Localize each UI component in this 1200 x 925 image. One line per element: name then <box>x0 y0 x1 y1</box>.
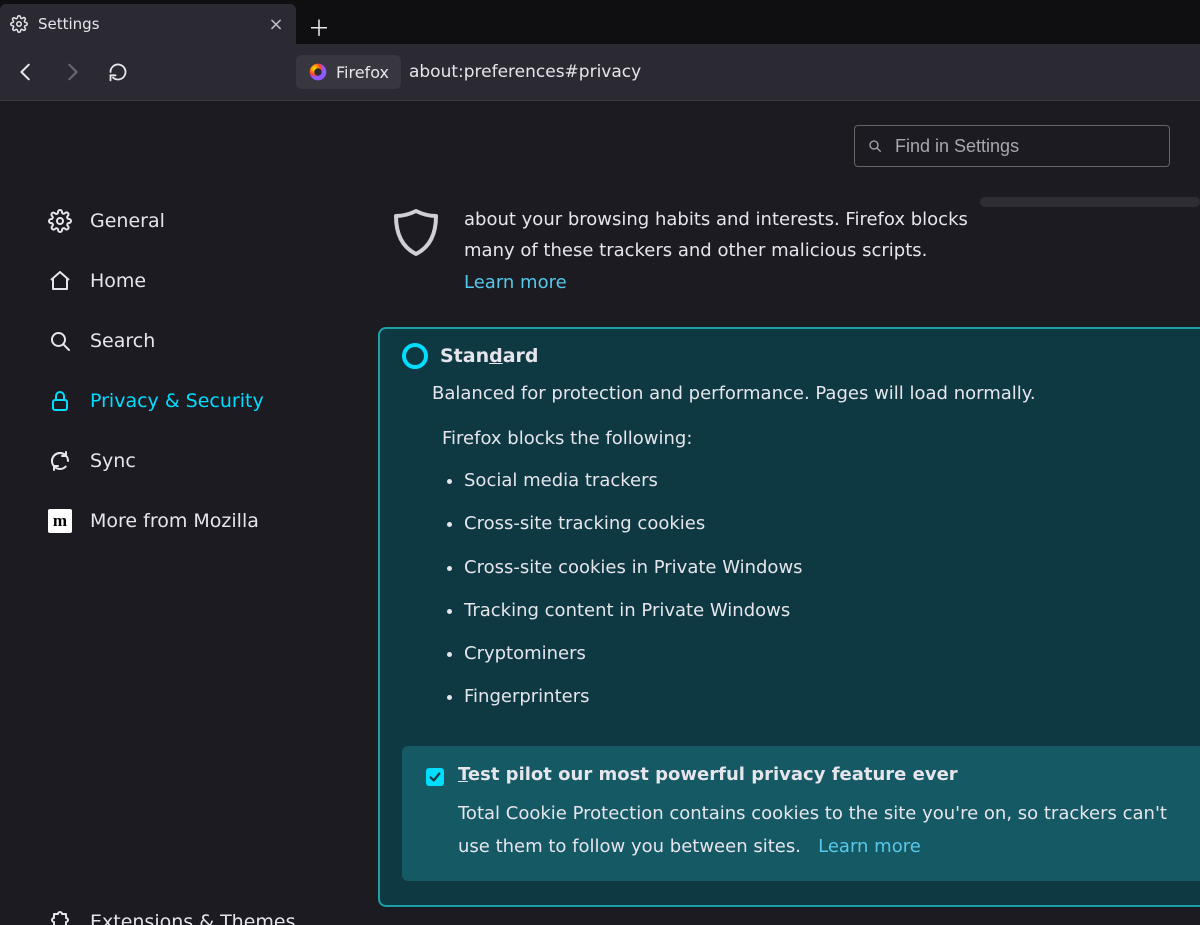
sidebar-item-label: More from Mozilla <box>90 510 259 532</box>
search-icon <box>867 138 883 154</box>
sidebar-item-search[interactable]: Search <box>48 315 348 367</box>
tab-strip: Settings × ＋ <box>0 0 1200 44</box>
tracking-intro: about your browsing habits and interests… <box>388 205 1008 293</box>
sidebar-item-home[interactable]: Home <box>48 255 348 307</box>
gear-icon <box>10 15 28 33</box>
nav-toolbar: Firefox about:preferences#privacy <box>0 44 1200 101</box>
close-tab-button[interactable]: × <box>266 14 286 35</box>
identity-label: Firefox <box>336 63 389 82</box>
block-item: Fingerprinters <box>464 675 1200 718</box>
blocks-label: Firefox blocks the following: <box>442 428 1200 449</box>
new-tab-button[interactable]: ＋ <box>302 10 336 44</box>
test-pilot-checkbox[interactable] <box>426 768 444 786</box>
test-pilot-title: Test pilot our most powerful privacy fea… <box>458 764 958 785</box>
reload-button[interactable] <box>100 54 136 90</box>
sync-icon <box>48 449 72 473</box>
block-item: Cryptominers <box>464 632 1200 675</box>
forward-button[interactable] <box>54 54 90 90</box>
url-bar[interactable]: Firefox about:preferences#privacy <box>296 52 1192 92</box>
sidebar-item-label: Sync <box>90 450 136 472</box>
sidebar-item-privacy[interactable]: Privacy & Security <box>48 375 348 427</box>
tab-title: Settings <box>38 15 256 33</box>
test-pilot-learn-more-link[interactable]: Learn more <box>818 836 921 857</box>
back-button[interactable] <box>8 54 44 90</box>
settings-sidebar: General Home Search Privacy & Security S… <box>0 101 348 925</box>
settings-page: General Home Search Privacy & Security S… <box>0 101 1200 925</box>
gear-icon <box>48 209 72 233</box>
search-icon <box>48 329 72 353</box>
tracking-learn-more-link[interactable]: Learn more <box>464 272 1008 293</box>
sidebar-item-label: Home <box>90 270 146 292</box>
block-item: Social media trackers <box>464 459 1200 502</box>
scrollbar-indicator <box>980 197 1200 207</box>
find-in-settings-input[interactable] <box>893 135 1157 158</box>
sidebar-item-label: Privacy & Security <box>90 390 264 412</box>
protection-standard-card: Standard Balanced for protection and per… <box>378 327 1200 907</box>
find-in-settings[interactable] <box>854 125 1170 167</box>
firefox-logo-icon <box>308 62 328 82</box>
sidebar-item-extensions[interactable]: Extensions & Themes <box>48 910 296 925</box>
sidebar-item-more-mozilla[interactable]: m More from Mozilla <box>48 495 348 547</box>
url-text: about:preferences#privacy <box>409 62 641 82</box>
standard-description: Balanced for protection and performance.… <box>432 383 1200 404</box>
identity-chip[interactable]: Firefox <box>296 55 401 89</box>
sidebar-item-label: General <box>90 210 165 232</box>
sidebar-item-label: Search <box>90 330 155 352</box>
test-pilot-body: Total Cookie Protection contains cookies… <box>458 798 1190 863</box>
shield-icon <box>388 205 444 261</box>
home-icon <box>48 269 72 293</box>
sidebar-item-sync[interactable]: Sync <box>48 435 348 487</box>
mozilla-icon: m <box>48 509 72 533</box>
standard-title: Standard <box>440 345 539 367</box>
block-item: Cross-site tracking cookies <box>464 502 1200 545</box>
lock-icon <box>48 389 72 413</box>
test-pilot-panel: Test pilot our most powerful privacy fea… <box>402 746 1200 881</box>
puzzle-icon <box>48 910 72 925</box>
sidebar-item-label: Extensions & Themes <box>90 911 296 925</box>
block-item: Tracking content in Private Windows <box>464 589 1200 632</box>
blocks-list: Social media trackers Cross-site trackin… <box>442 459 1200 718</box>
tracking-intro-text: about your browsing habits and interests… <box>464 205 1008 266</box>
browser-tab-settings[interactable]: Settings × <box>0 4 296 44</box>
standard-radio[interactable] <box>402 343 428 369</box>
sidebar-item-general[interactable]: General <box>48 195 348 247</box>
block-item: Cross-site cookies in Private Windows <box>464 546 1200 589</box>
settings-main: about your browsing habits and interests… <box>348 101 1200 925</box>
